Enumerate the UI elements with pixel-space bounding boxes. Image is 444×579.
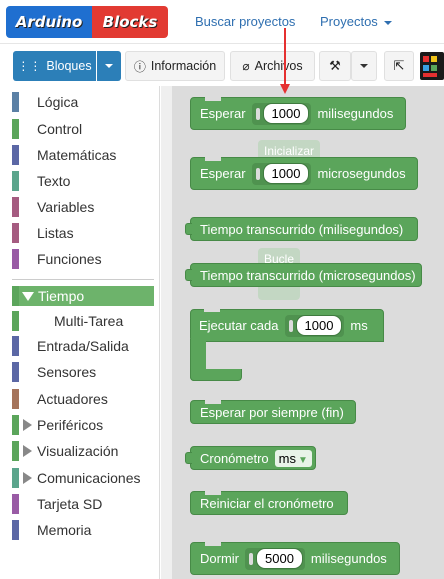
wait-forever-block[interactable]: Esperar por siempre (fin)	[190, 400, 356, 424]
wait-us-block[interactable]: Esperar 1000 microsegundos	[190, 157, 418, 190]
collapse-arrow-icon	[23, 472, 32, 484]
category-texto[interactable]: Texto	[12, 171, 154, 191]
sleep-input[interactable]: 5000	[245, 547, 305, 570]
chevron-down-icon	[383, 20, 392, 25]
category-tiempo[interactable]: Tiempo	[12, 286, 154, 306]
board-icon[interactable]	[420, 52, 444, 80]
category-control[interactable]: Control	[12, 119, 154, 139]
expand-arrow-icon	[22, 291, 34, 301]
info-circle-icon: ⓘ	[133, 59, 146, 74]
tools-button[interactable]: ⚒	[319, 51, 351, 81]
category-memoria[interactable]: Memoria	[12, 520, 154, 540]
arduinoblocks-logo[interactable]: Arduino Blocks	[6, 6, 168, 38]
collapse-arrow-icon	[23, 445, 32, 457]
collapse-arrow-icon	[23, 419, 32, 431]
share-button[interactable]: ⇱	[384, 51, 414, 81]
every-block[interactable]: Ejecutar cada 1000 ms	[190, 308, 384, 381]
elapsed-us-block[interactable]: Tiempo transcurrido (microsegundos)	[185, 263, 422, 287]
wrench-icon: ⚒	[329, 58, 341, 74]
info-button[interactable]: ⓘ Información	[125, 51, 225, 81]
wait-ms-block[interactable]: Esperar 1000 milisegundos	[190, 97, 406, 130]
tools-dropdown-toggle[interactable]	[351, 51, 377, 81]
category-logica[interactable]: Lógica	[12, 92, 154, 112]
category-perifericos[interactable]: Periféricos	[12, 415, 154, 435]
every-interval-input[interactable]: 1000	[284, 314, 345, 337]
sleep-block[interactable]: Dormir 5000 milisegundos	[190, 542, 400, 575]
stopwatch-block[interactable]: Cronómetro ms ▼	[185, 446, 316, 470]
top-navbar: Arduino Blocks Buscar proyectos Proyecto…	[0, 0, 444, 44]
category-comunicaciones[interactable]: Comunicaciones	[12, 468, 154, 488]
files-button[interactable]: ⌀ Archivos	[230, 51, 315, 81]
category-sidebar: Lógica Control Matemáticas Texto Variabl…	[0, 86, 160, 579]
wait-us-input[interactable]: 1000	[251, 162, 312, 185]
category-entrada-salida[interactable]: Entrada/Salida	[12, 336, 154, 356]
logo-part2: Blocks	[102, 13, 158, 31]
caret-down-icon	[360, 64, 368, 68]
toolbar: ⋮⋮ Bloques ⓘ Información ⌀ Archivos ⚒ ⇱	[0, 44, 444, 86]
sidebar-separator	[12, 279, 154, 280]
logo-part1: Arduino	[15, 13, 83, 31]
paperclip-icon: ⌀	[242, 59, 250, 73]
reset-stopwatch-block[interactable]: Reiniciar el cronómetro	[190, 491, 348, 515]
category-visualizacion[interactable]: Visualización	[12, 441, 154, 461]
share-icon: ⇱	[393, 58, 405, 74]
blocks-button[interactable]: ⋮⋮ Bloques	[13, 51, 96, 81]
wait-ms-input[interactable]: 1000	[251, 102, 312, 125]
sitemap-icon: ⋮⋮	[17, 59, 42, 73]
category-tarjeta-sd[interactable]: Tarjeta SD	[12, 494, 154, 514]
category-variables[interactable]: Variables	[12, 197, 154, 217]
stopwatch-unit-dropdown[interactable]: ms ▼	[274, 449, 312, 467]
blocks-dropdown-toggle[interactable]	[97, 51, 121, 81]
category-actuadores[interactable]: Actuadores	[12, 389, 154, 409]
category-funciones[interactable]: Funciones	[12, 249, 154, 269]
annotation-arrow-head	[280, 84, 290, 94]
caret-down-icon	[105, 64, 113, 68]
elapsed-ms-block[interactable]: Tiempo transcurrido (milisegundos)	[185, 217, 418, 241]
search-projects-link[interactable]: Buscar proyectos	[195, 14, 295, 29]
category-multitarea[interactable]: Multi-Tarea	[12, 311, 154, 331]
annotation-arrow	[284, 28, 286, 86]
projects-menu[interactable]: Proyectos	[320, 14, 392, 29]
category-matematicas[interactable]: Matemáticas	[12, 145, 154, 165]
dropdown-arrow-icon: ▼	[297, 454, 308, 466]
category-sensores[interactable]: Sensores	[12, 362, 154, 382]
category-listas[interactable]: Listas	[12, 223, 154, 243]
